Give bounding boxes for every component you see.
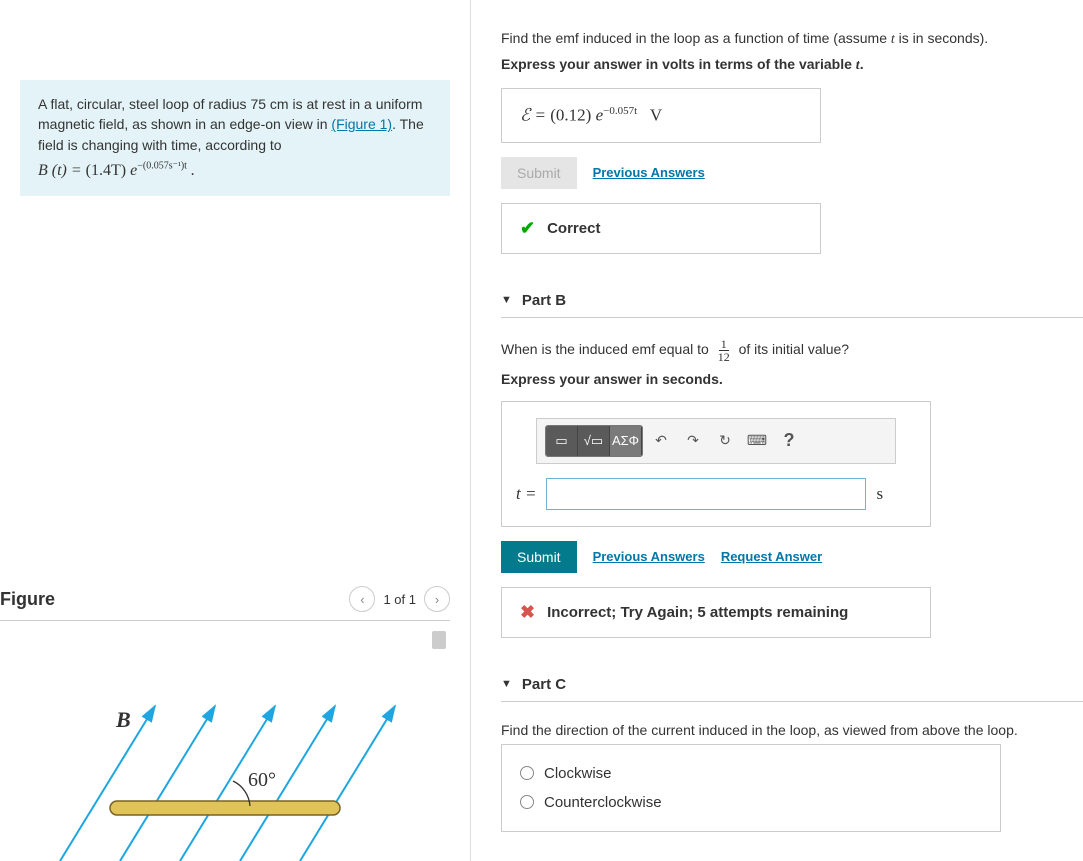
part-a-subprompt: Express your answer in volts in terms of… xyxy=(501,56,1083,74)
problem-intro-box: A flat, circular, steel loop of radius 7… xyxy=(20,80,450,196)
redo-button[interactable]: ↷ xyxy=(679,427,707,455)
part-b-subprompt: Express your answer in seconds. xyxy=(501,371,1083,387)
t-equals-label: t = xyxy=(516,484,536,504)
part-b-prompt-suffix: of its initial value? xyxy=(739,341,850,357)
emf-coeff: (0.12) xyxy=(550,106,591,125)
caret-down-icon: ▼ xyxy=(501,294,512,306)
angle-label: 60° xyxy=(248,769,276,792)
eq-e: e xyxy=(126,162,137,179)
scroll-thumb[interactable] xyxy=(432,631,446,649)
greek-letters-button[interactable]: ΑΣΦ xyxy=(610,426,642,456)
part-a-prompt: Find the emf induced in the loop as a fu… xyxy=(501,30,1083,48)
part-a-previous-answers-link[interactable]: Previous Answers xyxy=(593,165,705,180)
b-of-t-equation: B (t) = (1.4T) e−(0.057s⁻¹)t . xyxy=(38,159,432,182)
part-a-answer-box: ℰ = (0.12) e−0.057t V xyxy=(501,88,821,143)
root-template-button[interactable]: √▭ xyxy=(578,426,610,456)
seconds-unit-label: s xyxy=(876,484,883,504)
part-b-submit-button[interactable]: Submit xyxy=(501,541,577,573)
part-a-feedback-text: Correct xyxy=(547,220,600,237)
emf-unit: V xyxy=(650,106,662,125)
figure-pager: ‹ 1 of 1 › xyxy=(349,586,450,612)
right-panel: Find the emf induced in the loop as a fu… xyxy=(470,0,1083,861)
caret-down-icon: ▼ xyxy=(501,678,512,690)
part-b-input-row: t = s xyxy=(516,478,916,510)
part-c-title: Part C xyxy=(522,676,566,693)
clockwise-label: Clockwise xyxy=(544,765,612,782)
fraction-one-twelfth: 1 12 xyxy=(716,338,732,363)
figure-link[interactable]: (Figure 1) xyxy=(331,116,392,132)
left-panel: A flat, circular, steel loop of radius 7… xyxy=(0,0,470,861)
part-b-title: Part B xyxy=(522,292,566,309)
part-a-sub-text: Express your answer in volts in terms of… xyxy=(501,56,856,72)
frac-num: 1 xyxy=(719,338,729,351)
pager-label: 1 of 1 xyxy=(383,592,416,607)
radio-icon xyxy=(520,795,534,809)
figure-header: Figure ‹ 1 of 1 › xyxy=(0,586,450,621)
eq-lhs: B (t) = xyxy=(38,162,86,179)
part-a-submit-button: Submit xyxy=(501,157,577,189)
part-b-request-answer-link[interactable]: Request Answer xyxy=(721,549,822,564)
frac-den: 12 xyxy=(716,351,732,363)
part-a-feedback-box: ✔ Correct xyxy=(501,203,821,254)
part-b-previous-answers-link[interactable]: Previous Answers xyxy=(593,549,705,564)
figure-section: Figure ‹ 1 of 1 › xyxy=(0,586,450,861)
part-b-prompt: When is the induced emf equal to 1 12 of… xyxy=(501,338,1083,363)
radio-icon xyxy=(520,766,534,780)
field-diagram-svg xyxy=(0,631,420,861)
equation-toolbar: ▭ √▭ ΑΣΦ ↶ ↷ ↻ ⌨ ? xyxy=(536,418,896,464)
next-figure-button[interactable]: › xyxy=(424,586,450,612)
undo-button[interactable]: ↶ xyxy=(647,427,675,455)
part-b-feedback-box: ✖ Incorrect; Try Again; 5 attempts remai… xyxy=(501,587,931,638)
part-a-prompt-prefix: Find the emf induced in the loop as a fu… xyxy=(501,30,891,46)
eq-end: . xyxy=(187,162,195,179)
part-b-input-box: ▭ √▭ ΑΣΦ ↶ ↷ ↻ ⌨ ? t = s xyxy=(501,401,931,527)
emf-symbol: ℰ = xyxy=(520,106,550,125)
template-button-group: ▭ √▭ ΑΣΦ xyxy=(545,425,643,457)
counterclockwise-label: Counterclockwise xyxy=(544,794,662,811)
part-a-sub-end: . xyxy=(860,56,864,72)
part-a-prompt-suffix: is in seconds). xyxy=(895,30,988,46)
part-b-submit-row: Submit Previous Answers Request Answer xyxy=(501,541,1083,573)
check-icon: ✔ xyxy=(520,218,535,239)
part-b-header[interactable]: ▼ Part B xyxy=(501,284,1083,318)
counterclockwise-option[interactable]: Counterclockwise xyxy=(520,788,982,817)
x-icon: ✖ xyxy=(520,602,535,623)
emf-e: e xyxy=(591,106,603,125)
figure-canvas: B⃗ 60° xyxy=(0,631,450,861)
part-c-options-box: Clockwise Counterclockwise xyxy=(501,744,1001,832)
emf-exp: −0.057t xyxy=(603,105,637,117)
part-c-prompt: Find the direction of the current induce… xyxy=(501,722,1083,738)
fraction-template-button[interactable]: ▭ xyxy=(546,426,578,456)
reset-button[interactable]: ↻ xyxy=(711,427,739,455)
greek-label: ΑΣΦ xyxy=(612,433,639,448)
keyboard-button[interactable]: ⌨ xyxy=(743,427,771,455)
part-a-submit-row: Submit Previous Answers xyxy=(501,157,1083,189)
eq-exp: −(0.057s⁻¹)t xyxy=(137,161,187,172)
eq-coeff: (1.4T) xyxy=(86,162,126,179)
part-b-value-input[interactable] xyxy=(546,478,866,510)
prev-figure-button[interactable]: ‹ xyxy=(349,586,375,612)
figure-title: Figure xyxy=(0,589,55,610)
help-button[interactable]: ? xyxy=(775,427,803,455)
part-b-feedback-text: Incorrect; Try Again; 5 attempts remaini… xyxy=(547,604,848,621)
b-vector-label: B⃗ xyxy=(116,707,148,733)
part-b-prompt-prefix: When is the induced emf equal to xyxy=(501,341,713,357)
part-c-header[interactable]: ▼ Part C xyxy=(501,668,1083,702)
clockwise-option[interactable]: Clockwise xyxy=(520,759,982,788)
